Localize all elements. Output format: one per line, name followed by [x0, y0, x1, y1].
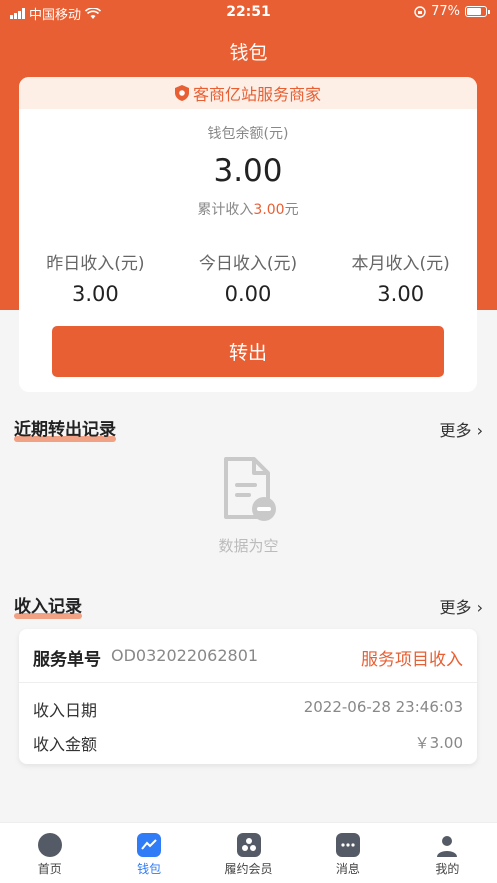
tab-wallet[interactable]: 钱包 [99, 823, 198, 883]
recent-transfers-more-link[interactable]: 更多 › [439, 417, 483, 441]
income-amount: ￥3.00 [414, 734, 463, 752]
income-type: 服务项目收入 [361, 650, 463, 670]
tab-members[interactable]: 履约会员 [199, 823, 298, 883]
cumulative-income: 累计收入3.00元 [197, 202, 299, 218]
profile-icon [435, 833, 459, 857]
wallet-chart-icon [137, 833, 162, 857]
dashboard-icon [37, 833, 62, 857]
income-records-header: 收入记录 更多 › [14, 592, 483, 619]
empty-document-icon [223, 457, 276, 521]
merchant-name: 客商亿站服务商家 [192, 85, 321, 104]
stat-yesterday: 昨日收入(元) 3.00 [46, 254, 145, 306]
members-icon [236, 833, 261, 857]
chevron-right-icon: › [476, 598, 483, 617]
page-title: 钱包 [229, 42, 268, 64]
section-title: 近期转出记录 [14, 415, 116, 442]
shield-icon [174, 85, 189, 101]
section-title: 收入记录 [14, 592, 82, 619]
merchant-banner: 客商亿站服务商家 [19, 77, 477, 109]
battery-icon [465, 6, 490, 17]
orientation-lock-icon [414, 5, 426, 18]
bottom-tab-bar: 首页 钱包 履约会员 消息 我的 [0, 822, 497, 883]
recent-transfers-header: 近期转出记录 更多 › [14, 415, 483, 442]
battery-percent: 77% [431, 4, 460, 19]
stat-today: 今日收入(元) 0.00 [198, 254, 298, 306]
transfer-out-button[interactable]: 转出 [52, 326, 444, 377]
stat-month: 本月收入(元) 3.00 [351, 254, 450, 306]
tab-messages[interactable]: 消息 [298, 823, 397, 883]
tab-profile[interactable]: 我的 [398, 823, 497, 883]
income-record-card[interactable]: 服务单号 OD032022062801 服务项目收入 收入日期 2022-06-… [19, 629, 477, 764]
balance-label: 钱包余额(元) [207, 126, 289, 142]
income-date-row: 收入日期 2022-06-28 23:46:03 [33, 698, 463, 720]
order-number: OD032022062801 [111, 646, 259, 665]
order-label: 服务单号 [33, 650, 101, 670]
tab-home[interactable]: 首页 [0, 823, 99, 883]
wallet-card: 客商亿站服务商家 钱包余额(元) 3.00 累计收入3.00元 昨日收入(元) 3… [19, 77, 477, 392]
income-more-link[interactable]: 更多 › [439, 594, 483, 618]
empty-text: 数据为空 [218, 537, 279, 555]
income-stats: 昨日收入(元) 3.00 今日收入(元) 0.00 本月收入(元) 3.00 [19, 249, 477, 306]
balance-value: 3.00 [213, 153, 283, 189]
income-amount-row: 收入金额 ￥3.00 [33, 734, 463, 754]
status-bar: 中国移动 22:51 77% [0, 0, 497, 26]
cumulative-income-value: 3.00 [253, 202, 285, 218]
empty-state: 数据为空 [0, 455, 497, 556]
income-date: 2022-06-28 23:46:03 [303, 698, 463, 716]
chevron-right-icon: › [476, 421, 483, 440]
message-icon [335, 833, 360, 857]
